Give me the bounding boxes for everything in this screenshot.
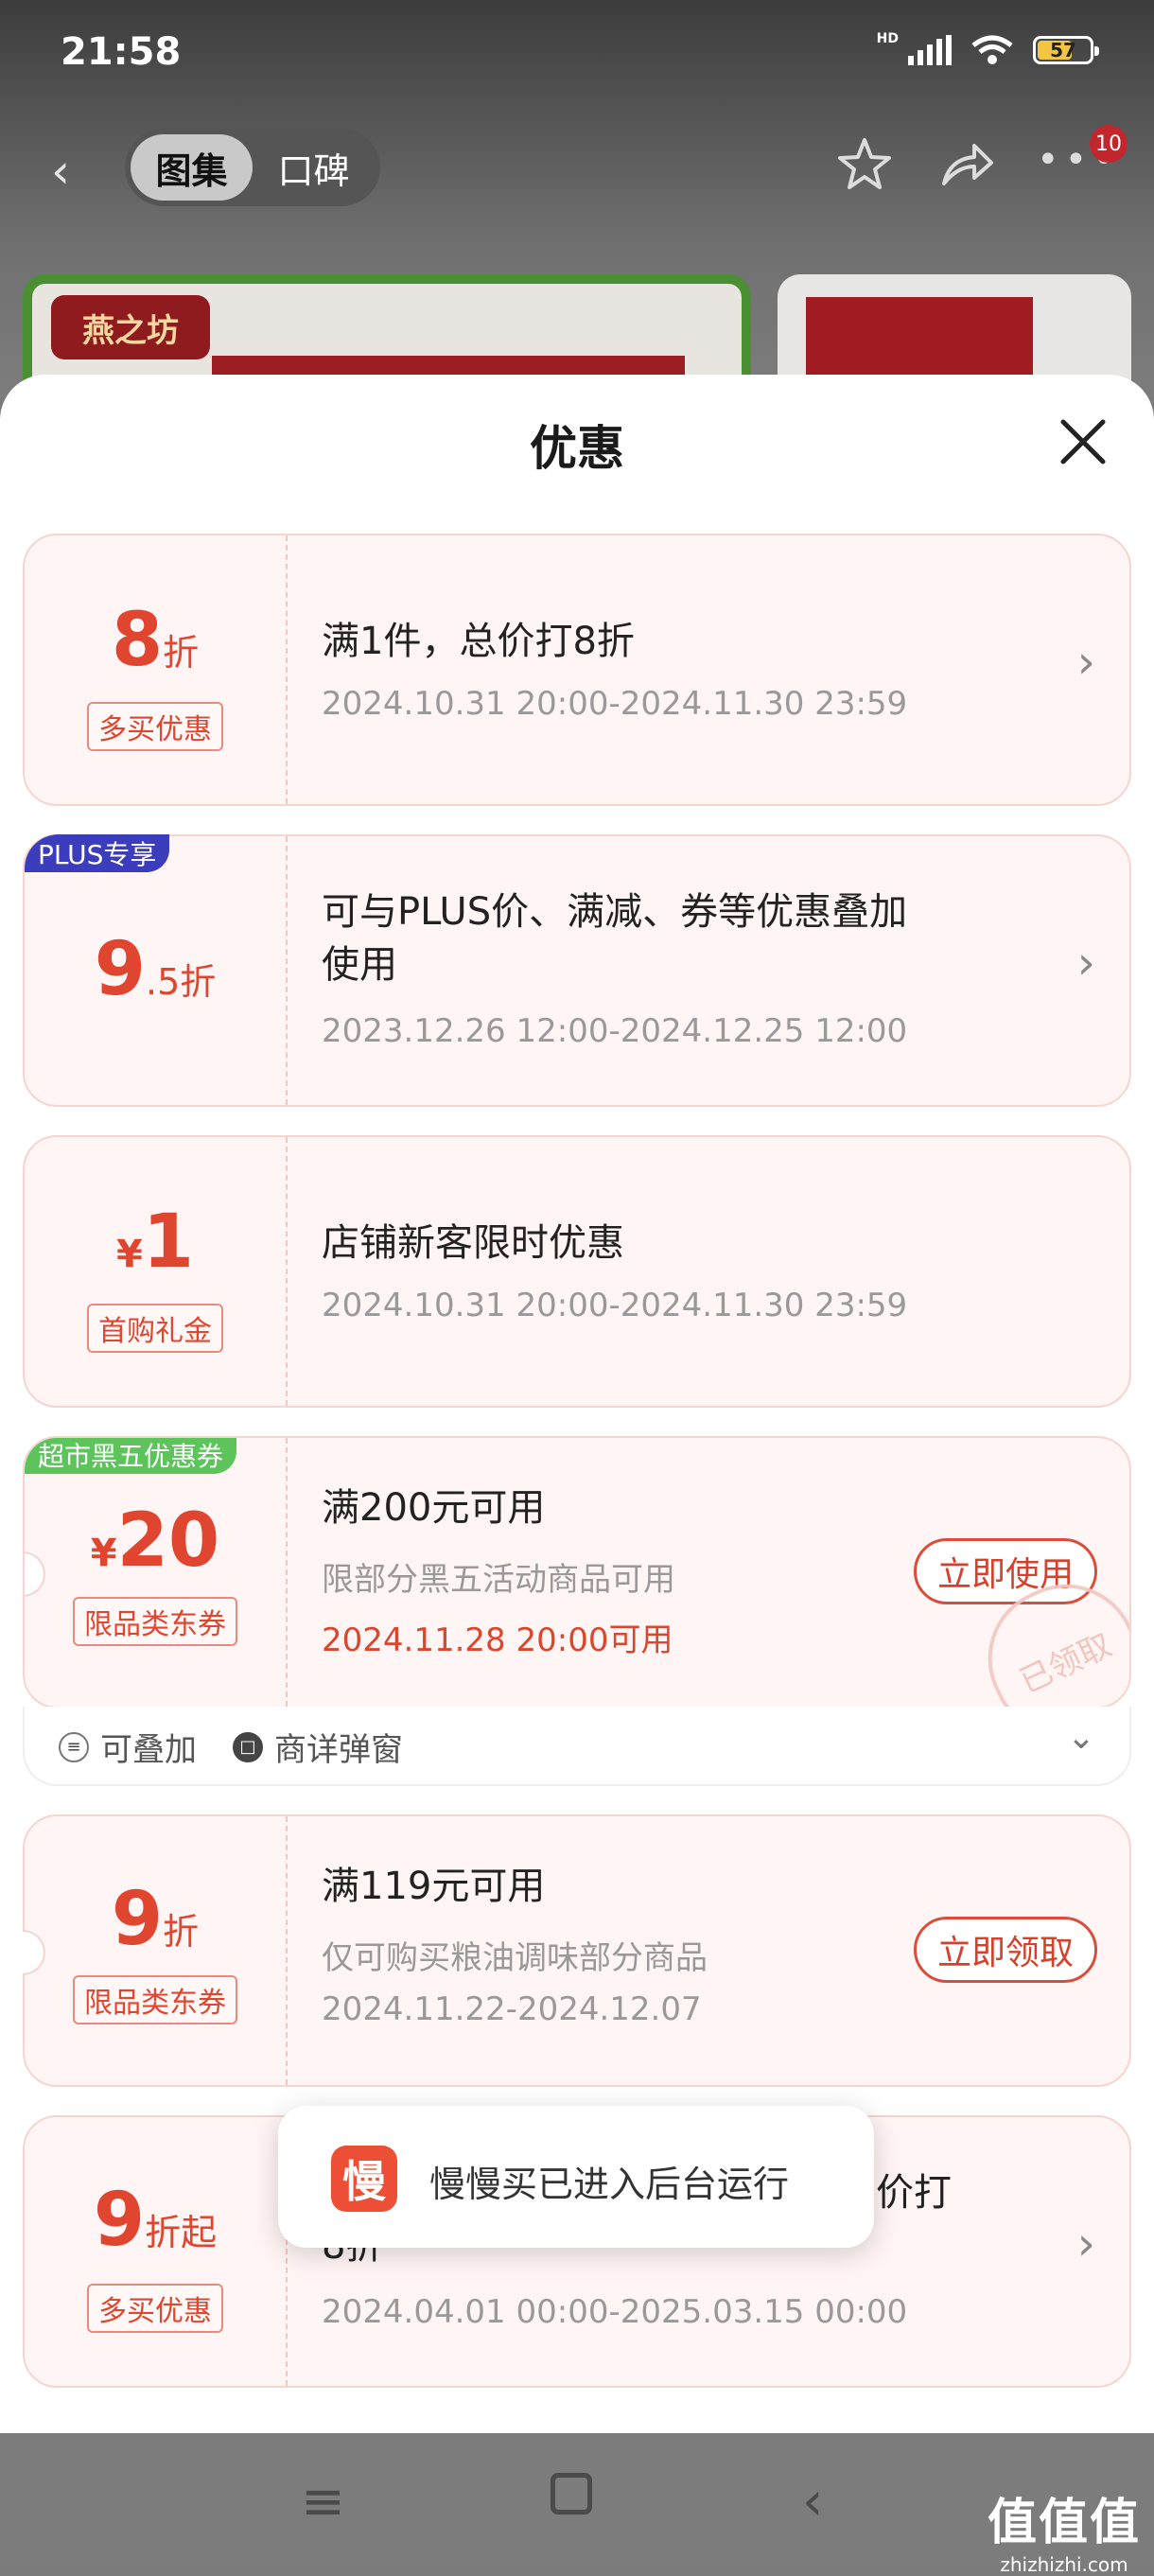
watermark-logo: 值值值 [987,2495,1141,2551]
system-navigation-bar: ≡ ‹ [0,2433,1154,2566]
offer-date: 2024.10.31 20:00-2024.11.30 23:59 [322,685,908,723]
offer-tag: 限品类东券 [73,1597,237,1646]
offer-value-panel: ¥1 首购礼金 [25,1137,286,1406]
offer-card[interactable]: PLUS专享 9.5折 可与PLUS价、满减、券等优惠叠加 使用 2023.12.… [23,834,1131,1107]
offer-value-panel: ¥20 限品类东券 [25,1438,286,1707]
card-divider [286,1137,288,1406]
app-icon: 慢 [331,2146,397,2212]
battery-level: 57 [1050,39,1076,61]
card-divider [286,1438,288,1707]
coupon-card[interactable]: 超市黑五优惠券 ¥20 限品类东券 满200元可用 限部分黑五活动商品可用 20… [23,1436,1131,1709]
background-run-toast: 慢 慢慢买已进入后台运行 [278,2106,874,2248]
card-divider [286,836,288,1105]
offer-title: 满119元可用 [322,1865,546,1908]
back-chevron-icon[interactable]: ‹ [51,144,70,199]
card-divider [286,535,288,804]
coupon-extras: ≡ 可叠加 □ 商详弹窗 ⌄ [23,1707,1131,1786]
offer-value-panel: 9折起 多买优惠 [25,2117,286,2386]
offer-value: 8折 [111,598,200,683]
status-time: 21:58 [61,30,182,74]
offer-card[interactable]: 8折 多买优惠 满1件，总价打8折 2024.10.31 20:00-2024.… [23,534,1131,806]
toast-message: 慢慢买已进入后台运行 [429,2164,790,2205]
tab-gallery[interactable]: 图集 [131,134,253,201]
chevron-right-icon[interactable]: › [1077,937,1095,990]
watermark: 值值值 zhizhizhi.com [988,2482,1141,2576]
brand-logo: 燕之坊 [51,295,210,359]
claim-now-button[interactable]: 立即领取 [914,1917,1097,1983]
favorite-star-icon[interactable] [834,134,895,195]
offer-date: 2023.12.26 12:00-2024.12.25 12:00 [322,1012,908,1050]
sheet-title: 优惠 [530,421,624,476]
watermark-url: zhizhizhi.com [1000,2553,1128,2576]
notification-badge: 10 [1090,125,1128,163]
offer-title: 满1件，总价打8折 [322,620,635,663]
popup-icon: □ [233,1731,263,1762]
view-segment-control: 图集 口碑 [125,129,380,206]
stack-icon: ≡ [59,1731,89,1762]
menu-icon[interactable]: ≡ [301,2471,345,2532]
share-icon[interactable] [936,134,997,195]
offer-card[interactable]: ¥1 首购礼金 店铺新客限时优惠 2024.10.31 20:00-2024.1… [23,1135,1131,1408]
back-icon[interactable]: ‹ [802,2471,823,2532]
card-divider [286,1816,288,2085]
offer-tag: 首购礼金 [87,1304,223,1353]
network-type-label: HD [876,31,899,46]
offer-title: 可与PLUS价、满减、券等优惠叠加 使用 [322,890,908,987]
offer-value: 9.5折 [94,927,217,1012]
offer-subtitle: 限部分黑五活动商品可用 [322,1561,675,1599]
offer-date: 2024.04.01 00:00-2025.03.15 00:00 [322,2293,908,2331]
home-icon[interactable] [551,2473,592,2515]
battery-icon: 57 [1033,36,1099,64]
offer-value: 9折起 [93,2178,218,2263]
offer-date: 2024.11.28 20:00可用 [322,1621,673,1659]
signal-icon [908,35,952,65]
status-bar: 21:58 HD 57 [61,26,1099,83]
wifi-icon [971,35,1013,64]
offer-tag: 多买优惠 [87,2284,223,2333]
offer-title-tail: 价打 [876,2171,952,2215]
offer-value: 9折 [111,1877,200,1962]
tab-reviews[interactable]: 口碑 [253,134,375,201]
offer-value: ¥20 [90,1498,220,1584]
offer-title: 满200元可用 [322,1486,546,1530]
offer-value-panel: 9.5折 [25,836,286,1105]
chevron-right-icon[interactable]: › [1077,2217,1095,2270]
chevron-right-icon[interactable]: › [1077,636,1095,689]
chevron-down-icon[interactable]: ⌄ [1067,1718,1095,1757]
close-icon[interactable] [1058,416,1109,467]
offer-value: ¥1 [115,1200,195,1285]
offer-value-panel: 9折 限品类东券 [25,1816,286,2085]
offer-subtitle: 仅可购买粮油调味部分商品 [322,1939,708,1977]
stackable-info: ≡ 可叠加 [59,1724,197,1770]
offer-date: 2024.10.31 20:00-2024.11.30 23:59 [322,1287,908,1324]
offer-date: 2024.11.22-2024.12.07 [322,1990,702,2028]
detail-popup-info: □ 商详弹窗 [233,1724,403,1770]
offer-value-panel: 8折 多买优惠 [25,535,286,804]
coupon-card[interactable]: 9折 限品类东券 满119元可用 仅可购买粮油调味部分商品 2024.11.22… [23,1814,1131,2087]
offer-tag: 多买优惠 [87,702,223,751]
offer-tag: 限品类东券 [73,1975,237,2024]
offer-title: 店铺新客限时优惠 [322,1221,624,1265]
top-navigation: ‹ 图集 口碑 ••• 10 [42,125,1128,210]
